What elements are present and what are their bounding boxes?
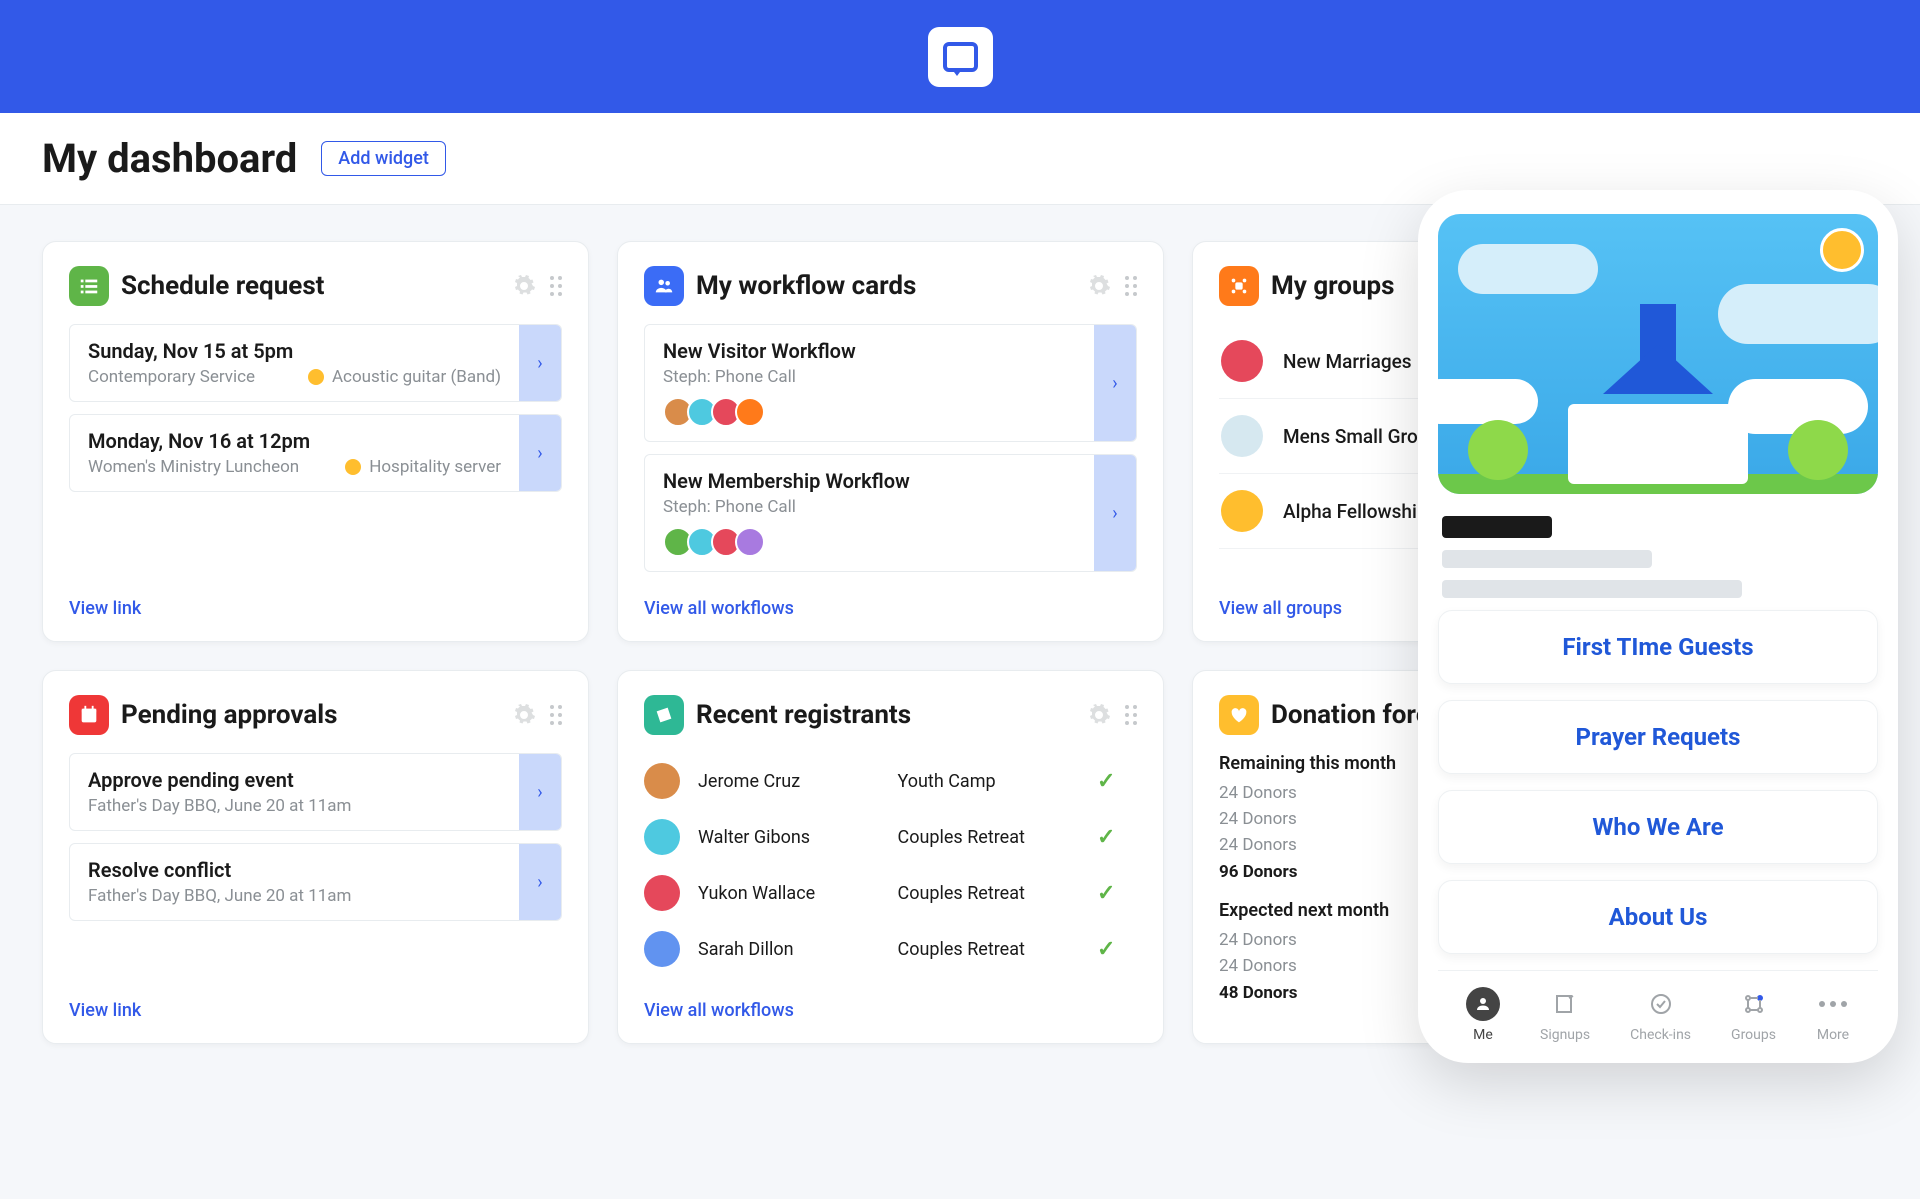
ticket-icon <box>644 695 684 735</box>
chevron-right-icon[interactable]: › <box>1094 455 1136 571</box>
drag-handle-icon[interactable] <box>1125 276 1137 296</box>
top-banner <box>0 0 1920 113</box>
avatar <box>644 763 680 799</box>
person-icon <box>1466 987 1500 1021</box>
chevron-right-icon[interactable]: › <box>519 754 561 830</box>
nav-me[interactable]: Me <box>1466 987 1500 1043</box>
card-recent-registrants: Recent registrants Jerome CruzYouth Camp… <box>617 670 1164 1044</box>
checkin-icon <box>1644 987 1678 1021</box>
role-badge: Hospitality server <box>345 457 501 477</box>
view-all-workflows-link[interactable]: View all workflows <box>644 598 794 619</box>
nav-groups[interactable]: Groups <box>1731 987 1776 1043</box>
item-title: New Visitor Workflow <box>663 339 1076 363</box>
item-title: Resolve conflict <box>88 858 501 882</box>
heart-icon <box>1219 695 1259 735</box>
card-title: Schedule request <box>121 271 500 301</box>
view-all-groups-link[interactable]: View all groups <box>1219 598 1342 619</box>
approval-item[interactable]: Approve pending event Father's Day BBQ, … <box>69 753 562 831</box>
view-link[interactable]: View link <box>69 598 141 619</box>
avatar <box>1221 415 1263 457</box>
drag-handle-icon[interactable] <box>1125 705 1137 725</box>
more-icon <box>1816 987 1850 1021</box>
page-title: My dashboard <box>42 135 297 182</box>
groups-icon <box>1219 266 1259 306</box>
schedule-item[interactable]: Monday, Nov 16 at 12pm Women's Ministry … <box>69 414 562 492</box>
card-title: My workflow cards <box>696 271 1075 301</box>
workflow-item[interactable]: New Visitor Workflow Steph: Phone Call › <box>644 324 1137 442</box>
avatar <box>644 931 680 967</box>
mobile-preview: First TIme Guests Prayer Requets Who We … <box>1418 190 1898 1063</box>
workflow-item[interactable]: New Membership Workflow Steph: Phone Cal… <box>644 454 1137 572</box>
check-icon: ✓ <box>1097 825 1137 850</box>
people-icon <box>644 266 684 306</box>
gear-icon[interactable] <box>512 703 536 727</box>
item-title: Monday, Nov 16 at 12pm <box>88 429 501 453</box>
view-link[interactable]: View link <box>69 1000 141 1021</box>
registrant-row: Yukon WallaceCouples Retreat✓ <box>644 865 1137 921</box>
item-title: Sunday, Nov 15 at 5pm <box>88 339 501 363</box>
chevron-right-icon[interactable]: › <box>519 415 561 491</box>
approval-item[interactable]: Resolve conflict Father's Day BBQ, June … <box>69 843 562 921</box>
signup-icon <box>1548 987 1582 1021</box>
card-schedule-request: Schedule request Sunday, Nov 15 at 5pm C… <box>42 241 589 642</box>
chevron-right-icon[interactable]: › <box>1094 325 1136 441</box>
user-avatar[interactable] <box>1820 228 1864 272</box>
view-all-workflows-link[interactable]: View all workflows <box>644 1000 794 1021</box>
skeleton-text <box>1442 516 1874 598</box>
card-title: Pending approvals <box>121 700 500 730</box>
mobile-hero-image <box>1438 214 1878 494</box>
add-widget-button[interactable]: Add widget <box>321 141 446 176</box>
check-icon: ✓ <box>1097 937 1137 962</box>
check-icon: ✓ <box>1097 881 1137 906</box>
card-workflow: My workflow cards New Visitor Workflow S… <box>617 241 1164 642</box>
drag-handle-icon[interactable] <box>550 705 562 725</box>
avatar <box>644 819 680 855</box>
item-title: Approve pending event <box>88 768 501 792</box>
avatar-stack <box>663 527 1076 557</box>
check-icon: ✓ <box>1097 769 1137 794</box>
registrant-row: Jerome CruzYouth Camp✓ <box>644 753 1137 809</box>
schedule-item[interactable]: Sunday, Nov 15 at 5pm Contemporary Servi… <box>69 324 562 402</box>
chevron-right-icon[interactable]: › <box>519 844 561 920</box>
item-title: New Membership Workflow <box>663 469 1076 493</box>
avatar-stack <box>663 397 1076 427</box>
mobile-bottom-nav: Me Signups Check-ins Groups More <box>1438 970 1878 1063</box>
avatar <box>1221 340 1263 382</box>
gear-icon[interactable] <box>512 274 536 298</box>
avatar <box>644 875 680 911</box>
role-badge: Acoustic guitar (Band) <box>308 367 501 387</box>
nav-checkins[interactable]: Check-ins <box>1630 987 1691 1043</box>
app-logo <box>928 27 993 87</box>
gear-icon[interactable] <box>1087 274 1111 298</box>
mobile-link-card[interactable]: First TIme Guests <box>1438 610 1878 684</box>
mobile-link-card[interactable]: About Us <box>1438 880 1878 954</box>
groups-nav-icon <box>1737 987 1771 1021</box>
mobile-link-card[interactable]: Prayer Requets <box>1438 700 1878 774</box>
registrant-row: Walter GibonsCouples Retreat✓ <box>644 809 1137 865</box>
card-title: Recent registrants <box>696 700 1075 730</box>
nav-more[interactable]: More <box>1816 987 1850 1043</box>
drag-handle-icon[interactable] <box>550 276 562 296</box>
gear-icon[interactable] <box>1087 703 1111 727</box>
avatar <box>1221 490 1263 532</box>
calendar-icon <box>69 695 109 735</box>
list-icon <box>69 266 109 306</box>
registrant-row: Sarah DillonCouples Retreat✓ <box>644 921 1137 977</box>
card-pending-approvals: Pending approvals Approve pending event … <box>42 670 589 1044</box>
nav-signups[interactable]: Signups <box>1540 987 1590 1043</box>
mobile-link-card[interactable]: Who We Are <box>1438 790 1878 864</box>
church-illustration <box>1548 364 1768 484</box>
chevron-right-icon[interactable]: › <box>519 325 561 401</box>
